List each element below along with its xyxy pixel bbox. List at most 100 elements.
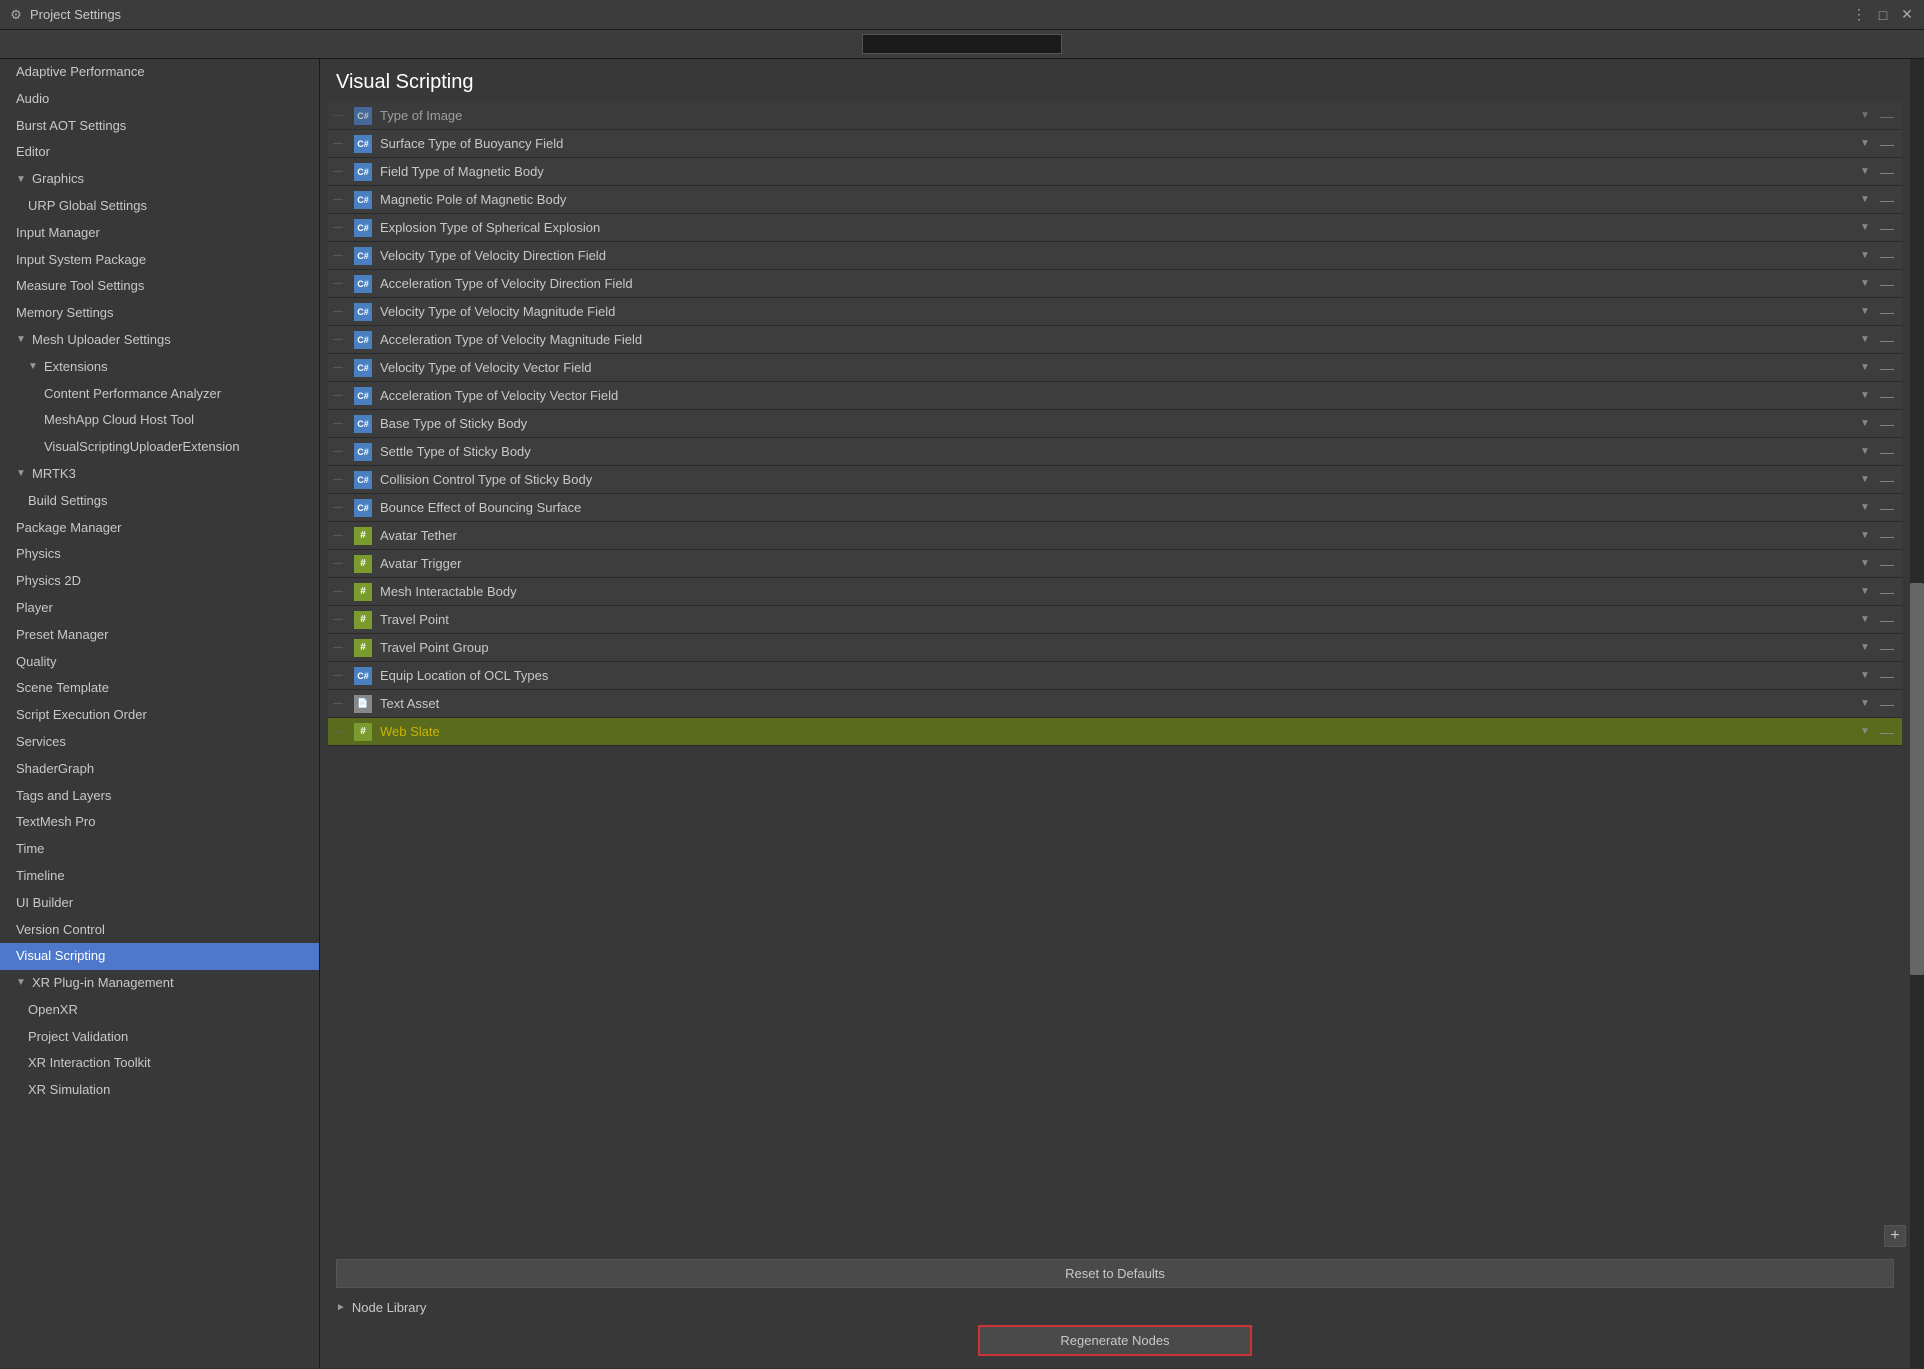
- sidebar-item-content-performance-analyzer[interactable]: Content Performance Analyzer: [0, 381, 319, 408]
- sidebar-item-extensions[interactable]: Extensions: [0, 354, 319, 381]
- sidebar-item-measure-tool-settings[interactable]: Measure Tool Settings: [0, 273, 319, 300]
- row-dropdown-row9[interactable]: ▼: [1854, 362, 1876, 373]
- sidebar-item-quality[interactable]: Quality: [0, 649, 319, 676]
- drag-handle-row16: —: [328, 558, 348, 569]
- sidebar-item-meshapp-cloud-host-tool[interactable]: MeshApp Cloud Host Tool: [0, 407, 319, 434]
- sidebar-item-xr-simulation[interactable]: XR Simulation: [0, 1077, 319, 1104]
- scrollbar-thumb[interactable]: [1910, 583, 1924, 976]
- row-remove-btn-row14[interactable]: —: [1876, 500, 1898, 516]
- row-remove-btn-row7[interactable]: —: [1876, 304, 1898, 320]
- sidebar-item-shader-graph[interactable]: ShaderGraph: [0, 756, 319, 783]
- sidebar-item-project-validation[interactable]: Project Validation: [0, 1024, 319, 1051]
- row-remove-btn-row2[interactable]: —: [1876, 164, 1898, 180]
- row-remove-btn-row4[interactable]: —: [1876, 220, 1898, 236]
- row-dropdown-row1[interactable]: ▼: [1854, 138, 1876, 149]
- sidebar-item-textmesh-pro[interactable]: TextMesh Pro: [0, 809, 319, 836]
- row-dropdown-row17[interactable]: ▼: [1854, 586, 1876, 597]
- row-remove-btn-row21[interactable]: —: [1876, 696, 1898, 712]
- sidebar-item-services[interactable]: Services: [0, 729, 319, 756]
- sidebar-item-mrtk3[interactable]: MRTK3: [0, 461, 319, 488]
- row-remove-btn-row10[interactable]: —: [1876, 388, 1898, 404]
- reset-defaults-button[interactable]: Reset to Defaults: [336, 1259, 1894, 1288]
- sidebar-item-urp-global-settings[interactable]: URP Global Settings: [0, 193, 319, 220]
- sidebar-item-build-settings[interactable]: Build Settings: [0, 488, 319, 515]
- row-dropdown-row2[interactable]: ▼: [1854, 166, 1876, 177]
- scrollbar-track[interactable]: [1910, 59, 1924, 1368]
- row-dropdown-row6[interactable]: ▼: [1854, 278, 1876, 289]
- sidebar-item-version-control[interactable]: Version Control: [0, 917, 319, 944]
- row-remove-btn-row22[interactable]: —: [1876, 724, 1898, 740]
- sidebar-item-tags-and-layers[interactable]: Tags and Layers: [0, 783, 319, 810]
- sidebar-item-script-execution-order[interactable]: Script Execution Order: [0, 702, 319, 729]
- sidebar-item-preset-manager[interactable]: Preset Manager: [0, 622, 319, 649]
- sidebar-item-scene-template[interactable]: Scene Template: [0, 675, 319, 702]
- row-dropdown-row22[interactable]: ▼: [1854, 726, 1876, 737]
- row-icon-row16: #: [352, 553, 374, 575]
- sidebar-item-audio[interactable]: Audio: [0, 86, 319, 113]
- row-dropdown-row11[interactable]: ▼: [1854, 418, 1876, 429]
- add-type-button[interactable]: +: [1884, 1225, 1906, 1247]
- sidebar-item-xr-plug-in-management[interactable]: XR Plug-in Management: [0, 970, 319, 997]
- row-dropdown-row8[interactable]: ▼: [1854, 334, 1876, 345]
- sidebar-item-ui-builder[interactable]: UI Builder: [0, 890, 319, 917]
- row-dropdown-row7[interactable]: ▼: [1854, 306, 1876, 317]
- sidebar-item-mesh-uploader-settings[interactable]: Mesh Uploader Settings: [0, 327, 319, 354]
- row-dropdown-row15[interactable]: ▼: [1854, 530, 1876, 541]
- row-remove-btn-row8[interactable]: —: [1876, 332, 1898, 348]
- sidebar-item-time[interactable]: Time: [0, 836, 319, 863]
- row-dropdown-row12[interactable]: ▼: [1854, 446, 1876, 457]
- sidebar-item-player[interactable]: Player: [0, 595, 319, 622]
- sidebar-item-xr-interaction-toolkit[interactable]: XR Interaction Toolkit: [0, 1050, 319, 1077]
- row-dropdown-row3[interactable]: ▼: [1854, 194, 1876, 205]
- sidebar-item-openxr[interactable]: OpenXR: [0, 997, 319, 1024]
- row-dropdown-row19[interactable]: ▼: [1854, 642, 1876, 653]
- row-remove-btn-row12[interactable]: —: [1876, 444, 1898, 460]
- sidebar-item-physics-2d[interactable]: Physics 2D: [0, 568, 319, 595]
- sidebar-item-burst-aot-settings[interactable]: Burst AOT Settings: [0, 113, 319, 140]
- sidebar-item-timeline[interactable]: Timeline: [0, 863, 319, 890]
- row-remove-btn-row16[interactable]: —: [1876, 556, 1898, 572]
- row-dropdown-row20[interactable]: ▼: [1854, 670, 1876, 681]
- sidebar-item-visual-scripting[interactable]: Visual Scripting: [0, 943, 319, 970]
- dropdown-arrow[interactable]: ▼: [1854, 110, 1876, 121]
- row-dropdown-row16[interactable]: ▼: [1854, 558, 1876, 569]
- row-remove-btn-row13[interactable]: —: [1876, 472, 1898, 488]
- row-remove-btn-row5[interactable]: —: [1876, 248, 1898, 264]
- row-remove-btn-row19[interactable]: —: [1876, 640, 1898, 656]
- sidebar-item-editor[interactable]: Editor: [0, 139, 319, 166]
- row-remove-btn-row17[interactable]: —: [1876, 584, 1898, 600]
- regenerate-btn-row: Regenerate Nodes: [336, 1321, 1894, 1360]
- type-list-container: —C#Surface Type of Buoyancy Field▼——C#Fi…: [320, 130, 1910, 1225]
- sidebar-item-graphics[interactable]: Graphics: [0, 166, 319, 193]
- sidebar-item-adaptive-performance[interactable]: Adaptive Performance: [0, 59, 319, 86]
- row-remove-btn-row11[interactable]: —: [1876, 416, 1898, 432]
- row-dropdown-row14[interactable]: ▼: [1854, 502, 1876, 513]
- row-dropdown-row4[interactable]: ▼: [1854, 222, 1876, 233]
- row-dropdown-row18[interactable]: ▼: [1854, 614, 1876, 625]
- sidebar-item-input-manager[interactable]: Input Manager: [0, 220, 319, 247]
- sidebar-item-visual-scripting-uploader[interactable]: VisualScriptingUploaderExtension: [0, 434, 319, 461]
- row-dropdown-row10[interactable]: ▼: [1854, 390, 1876, 401]
- row-remove-btn-row6[interactable]: —: [1876, 276, 1898, 292]
- row-remove-btn-row20[interactable]: —: [1876, 668, 1898, 684]
- sidebar-item-package-manager[interactable]: Package Manager: [0, 515, 319, 542]
- sidebar-item-input-system-package[interactable]: Input System Package: [0, 247, 319, 274]
- remove-btn[interactable]: —: [1876, 108, 1898, 124]
- row-remove-btn-row15[interactable]: —: [1876, 528, 1898, 544]
- search-input[interactable]: [862, 34, 1062, 54]
- row-remove-btn-row9[interactable]: —: [1876, 360, 1898, 376]
- more-options-btn[interactable]: ⋮: [1850, 6, 1868, 24]
- window-controls[interactable]: ⋮ □ ✕: [1850, 6, 1916, 24]
- row-dropdown-row5[interactable]: ▼: [1854, 250, 1876, 261]
- regenerate-nodes-button[interactable]: Regenerate Nodes: [978, 1325, 1251, 1356]
- row-remove-btn-row3[interactable]: —: [1876, 192, 1898, 208]
- node-library-header[interactable]: ► Node Library: [336, 1300, 1894, 1315]
- row-dropdown-row13[interactable]: ▼: [1854, 474, 1876, 485]
- row-remove-btn-row18[interactable]: —: [1876, 612, 1898, 628]
- row-remove-btn-row1[interactable]: —: [1876, 136, 1898, 152]
- row-dropdown-row21[interactable]: ▼: [1854, 698, 1876, 709]
- sidebar-item-memory-settings[interactable]: Memory Settings: [0, 300, 319, 327]
- close-btn[interactable]: ✕: [1898, 6, 1916, 24]
- sidebar-item-physics[interactable]: Physics: [0, 541, 319, 568]
- maximize-btn[interactable]: □: [1874, 6, 1892, 24]
